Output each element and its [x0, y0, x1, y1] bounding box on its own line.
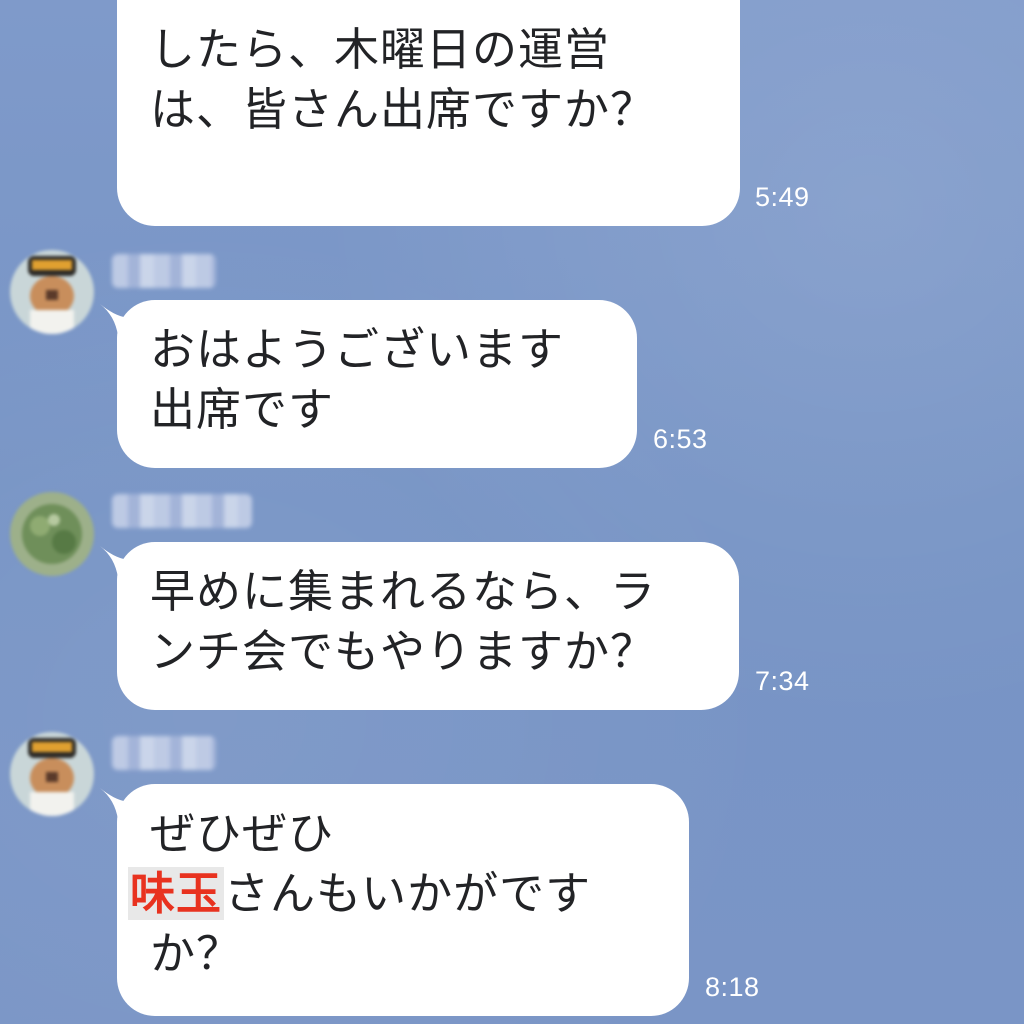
- sender-name-redacted: [112, 736, 216, 770]
- message-text-line: おはようございます: [150, 323, 565, 376]
- message-text-line: 出席です: [150, 383, 335, 436]
- message-timestamp: 7:34: [755, 666, 810, 696]
- highlighted-name: 味玉: [128, 867, 225, 920]
- message-bubble[interactable]: 早めに集まれるなら、ラ ンチ会でもやりますか？: [117, 542, 739, 710]
- message-text-line: か？: [150, 927, 243, 980]
- message-text-line: ンチ会でもやりますか？: [150, 625, 657, 678]
- sender-name-redacted: [112, 494, 252, 528]
- message-text-line: ぜひぜひ: [150, 807, 335, 860]
- message-timestamp: 8:18: [705, 972, 760, 1002]
- avatar-icon[interactable]: [10, 250, 94, 334]
- avatar-icon[interactable]: [10, 492, 94, 576]
- message-bubble[interactable]: ぜひぜひ 味玉さんもいかがです か？: [117, 784, 689, 1016]
- message-text-fragment: さんもいかがです: [224, 867, 592, 920]
- message-text-line: は、皆さん出席ですか？: [150, 83, 657, 136]
- message-text-line: 早めに集まれるなら、ラ: [150, 565, 657, 618]
- avatar-icon[interactable]: [10, 732, 94, 816]
- message-bubble[interactable]: したら、木曜日の運営 は、皆さん出席ですか？: [117, 0, 740, 226]
- sender-name-redacted: [112, 254, 216, 288]
- message-bubble[interactable]: おはようございます 出席です: [117, 300, 637, 468]
- message-text-line: 味玉さんもいかがです: [128, 864, 657, 924]
- message-timestamp: 5:49: [755, 182, 810, 212]
- message-timestamp: 6:53: [653, 424, 708, 454]
- message-text-line: したら、木曜日の運営: [150, 23, 611, 76]
